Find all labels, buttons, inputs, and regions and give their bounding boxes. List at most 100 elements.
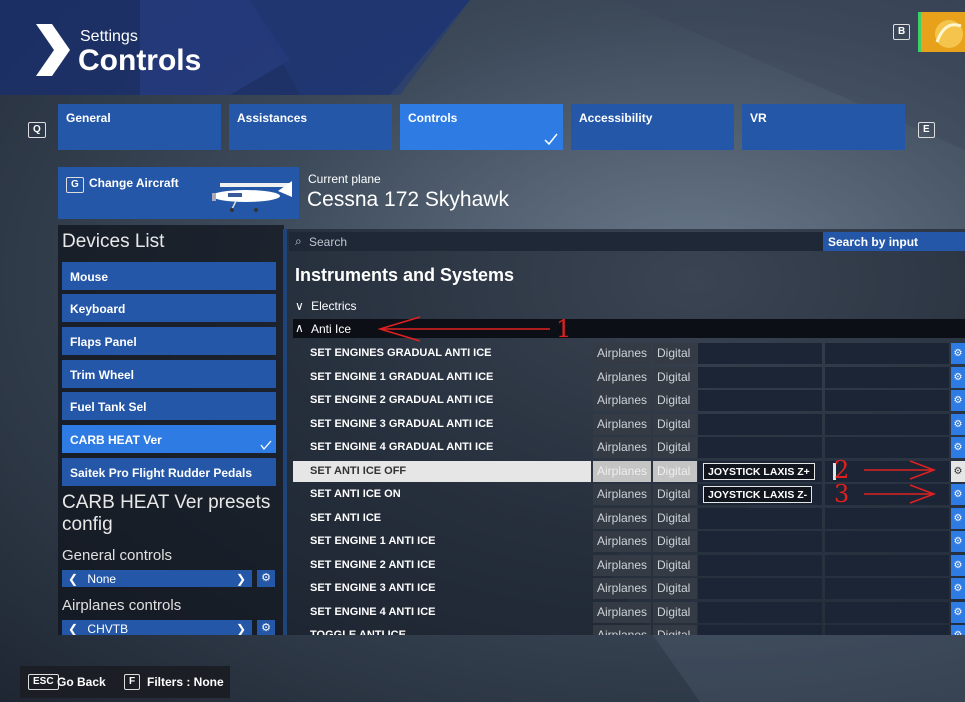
input-slot-2[interactable]: [825, 531, 949, 552]
gear-icon[interactable]: ⚙: [951, 531, 965, 552]
binding-row[interactable]: TOGGLE ANTI ICE AirplanesDigital ⚙: [293, 625, 965, 635]
airplanes-controls-label: Airplanes controls: [62, 597, 182, 614]
checkmark-icon: [544, 133, 558, 145]
binding-category: Airplanes: [593, 413, 651, 435]
tab-assistances[interactable]: Assistances: [229, 104, 392, 150]
input-slot-2[interactable]: [825, 625, 949, 635]
device-rudder-pedals[interactable]: Saitek Pro Flight Rudder Pedals: [62, 458, 276, 486]
input-slot-2[interactable]: [825, 413, 949, 435]
search-input[interactable]: ⌕ Search: [289, 232, 823, 251]
search-by-input-button[interactable]: Search by input: [823, 232, 965, 251]
input-slot-2[interactable]: [825, 343, 949, 364]
gear-icon[interactable]: ⚙: [257, 620, 275, 635]
tab-accessibility[interactable]: Accessibility: [571, 104, 734, 150]
device-keyboard[interactable]: Keyboard: [62, 294, 276, 322]
binding-category: Airplanes: [593, 437, 651, 458]
chevron-right-icon[interactable]: ❯: [236, 622, 246, 635]
input-slot-1[interactable]: [698, 554, 822, 576]
input-slot-1[interactable]: [698, 625, 822, 635]
binding-name: SET ENGINE 2 GRADUAL ANTI ICE: [310, 394, 494, 406]
input-slot-1[interactable]: [698, 531, 822, 552]
gear-icon[interactable]: ⚙: [951, 413, 965, 435]
gear-icon[interactable]: ⚙: [951, 554, 965, 576]
gear-icon[interactable]: ⚙: [257, 570, 275, 587]
avatar[interactable]: [918, 12, 965, 52]
gear-icon[interactable]: ⚙: [951, 625, 965, 635]
binding-row[interactable]: SET ANTI ICE ON Airplanes Digital ⚙ JOYSTICK…: [293, 484, 965, 505]
device-carb-heat-ver[interactable]: CARB HEAT Ver: [62, 425, 276, 453]
go-back-button[interactable]: Go Back: [57, 675, 106, 689]
binding-row[interactable]: SET ENGINE 2 GRADUAL ANTI ICE Airplanes Di…: [293, 390, 965, 411]
chevron-left-icon[interactable]: ❮: [68, 572, 78, 586]
binding-row[interactable]: SET ANTI ICE OFF Airplanes Digital ⚙ JOYSTIC…: [293, 460, 965, 482]
page-title: Controls: [78, 44, 202, 77]
device-trim-wheel[interactable]: Trim Wheel: [62, 360, 276, 388]
group-electrics[interactable]: ∨ Electrics: [295, 299, 356, 313]
binding-row[interactable]: SET ENGINE 3 GRADUAL ANTI ICE Airplanes Di…: [293, 413, 965, 435]
binding-row[interactable]: SET ENGINE 4 GRADUAL ANTI ICE Airplanes Di…: [293, 437, 965, 458]
input-slot-2[interactable]: [825, 507, 949, 529]
input-slot-2[interactable]: [825, 554, 949, 576]
tab-vr[interactable]: VR: [742, 104, 905, 150]
gear-icon[interactable]: ⚙: [951, 484, 965, 505]
input-slot-1[interactable]: [698, 413, 822, 435]
device-flaps-panel[interactable]: Flaps Panel: [62, 327, 276, 355]
binding-row[interactable]: SET ENGINES GRADUAL ANTI ICE Airplanes Dig…: [293, 343, 965, 364]
binding-name: SET ENGINE 1 GRADUAL ANTI ICE: [310, 370, 494, 383]
binding-type: Digital: [653, 625, 697, 635]
general-controls-selector[interactable]: ❮ None ❯: [62, 570, 252, 587]
binding-type: Digital: [653, 343, 697, 364]
input-slot-1[interactable]: [698, 507, 822, 529]
input-slot-2[interactable]: [825, 366, 949, 388]
device-fuel-tank-sel[interactable]: Fuel Tank Sel: [62, 392, 276, 420]
gear-icon[interactable]: ⚙: [951, 601, 965, 623]
gear-icon[interactable]: ⚙: [951, 507, 965, 529]
binding-row[interactable]: SET ENGINE 3 ANTI ICE Airplanes Digital ⚙: [293, 578, 965, 599]
input-slot-2[interactable]: [825, 437, 949, 458]
binding-input-value[interactable]: JOYSTICK LAXIS Z-: [703, 486, 813, 503]
binding-category: Airplanes: [593, 554, 651, 576]
chevron-left-icon[interactable]: ❮: [68, 622, 78, 635]
binding-input-value[interactable]: JOYSTICK LAXIS Z+: [703, 462, 815, 480]
binding-category: Airplanes: [593, 460, 651, 482]
filters-button[interactable]: Filters : None: [147, 675, 224, 689]
gear-icon[interactable]: ⚙: [951, 366, 965, 388]
search-placeholder: Search: [309, 235, 348, 249]
gear-icon[interactable]: ⚙: [951, 578, 965, 599]
tab-next-key[interactable]: E: [918, 119, 935, 138]
annotation-3: 3: [834, 480, 850, 508]
input-slot-1[interactable]: [698, 601, 822, 623]
tab-controls[interactable]: Controls: [400, 104, 563, 150]
input-slot-2[interactable]: [825, 601, 949, 623]
binding-name: SET ENGINE 3 ANTI ICE: [310, 582, 436, 594]
input-slot-2[interactable]: [825, 390, 949, 411]
input-slot-1[interactable]: [698, 390, 822, 411]
binding-category: Airplanes: [593, 484, 651, 505]
checkmark-icon: [260, 440, 272, 450]
group-antiice[interactable]: ∧ Anti Ice: [293, 319, 965, 338]
binding-row[interactable]: SET ENGINE 1 ANTI ICE Airplanes Digital ⚙: [293, 531, 965, 552]
tab-prev-key[interactable]: Q: [28, 119, 46, 138]
gear-icon[interactable]: ⚙: [951, 390, 965, 411]
gear-icon[interactable]: ⚙: [951, 460, 965, 482]
device-mouse[interactable]: Mouse: [62, 262, 276, 290]
binding-row[interactable]: SET ENGINE 1 GRADUAL ANTI ICE Airplanes Di…: [293, 366, 965, 388]
gear-icon[interactable]: ⚙: [951, 343, 965, 364]
input-slot-2[interactable]: [825, 578, 949, 599]
tab-general[interactable]: General: [58, 104, 221, 150]
binding-name: SET ENGINE 1 ANTI ICE: [310, 535, 436, 547]
input-slot-1[interactable]: [698, 366, 822, 388]
input-slot-1[interactable]: [698, 437, 822, 458]
binding-row[interactable]: SET ENGINE 2 ANTI ICE Airplanes Digital ⚙: [293, 554, 965, 576]
change-aircraft-button[interactable]: G Change Aircraft: [58, 167, 299, 219]
airplanes-controls-selector[interactable]: ❮ CHVTB ❯: [62, 620, 252, 635]
binding-type: Digital: [653, 366, 697, 388]
gear-icon[interactable]: ⚙: [951, 437, 965, 458]
binding-row[interactable]: SET ANTI ICE Airplanes Digital ⚙: [293, 507, 965, 529]
input-slot-1[interactable]: [698, 578, 822, 599]
input-slot-1[interactable]: [698, 343, 822, 364]
binding-category: Airplanes: [593, 531, 651, 552]
chevron-right-icon[interactable]: ❯: [236, 572, 246, 586]
current-plane-label: Current plane: [308, 172, 381, 186]
binding-row[interactable]: SET ENGINE 4 ANTI ICE Airplanes Digital ⚙: [293, 601, 965, 623]
